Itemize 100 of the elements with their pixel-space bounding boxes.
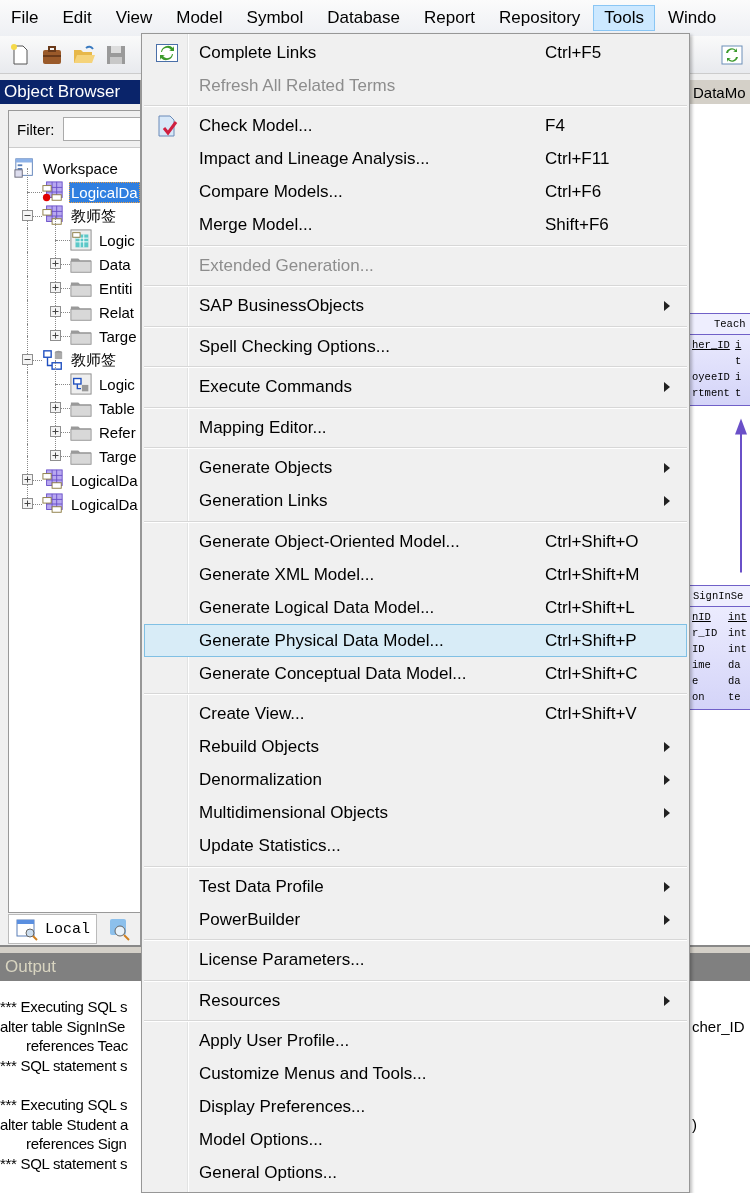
tree-item[interactable]: 教师签 xyxy=(69,204,118,228)
menu-item[interactable]: Model Options... xyxy=(144,1123,687,1157)
search-tab-icon[interactable] xyxy=(107,917,131,941)
column-type: t xyxy=(735,386,742,401)
menu-bar-item[interactable]: Edit xyxy=(51,5,103,31)
tree-item[interactable]: LogicalDa xyxy=(69,469,140,491)
filter-field[interactable] xyxy=(62,117,140,141)
column-name: on xyxy=(692,691,705,703)
diagram-tab[interactable]: DataMo xyxy=(693,83,746,101)
menu-item[interactable]: Rebuild Objects xyxy=(144,730,687,764)
column-type: da xyxy=(728,658,741,673)
tree-item[interactable]: 教师签 xyxy=(69,348,118,372)
local-tab[interactable]: Local xyxy=(8,914,97,944)
menu-item[interactable]: Test Data Profile xyxy=(144,870,687,903)
output-line: cher_ID xyxy=(692,1017,745,1035)
menu-item[interactable]: SAP BusinessObjects xyxy=(144,289,687,323)
tree-toggle[interactable] xyxy=(50,282,61,293)
column-type: int xyxy=(728,642,747,657)
tree-item[interactable]: Entiti xyxy=(97,277,135,299)
menu-item[interactable]: Display Preferences... xyxy=(144,1090,687,1124)
menu-item[interactable]: Compare Models... Ctrl+F6 xyxy=(144,175,687,209)
submenu-arrow-icon xyxy=(664,382,670,392)
column-name: r_ID xyxy=(692,627,718,639)
column-type: int xyxy=(728,610,747,625)
menu-item[interactable]: Denormalization xyxy=(144,763,687,797)
refresh-icon[interactable] xyxy=(720,42,744,67)
output-line: *** Executing SQL s xyxy=(0,1096,128,1113)
menu-item[interactable]: Check Model... F4 xyxy=(144,109,687,143)
menu-item[interactable]: Spell Checking Options... xyxy=(144,330,687,363)
tree-toggle[interactable] xyxy=(50,450,61,461)
menu-item[interactable]: Merge Model... Shift+F6 xyxy=(144,208,687,242)
tree-toggle[interactable] xyxy=(22,210,33,221)
menu-item[interactable]: Impact and Lineage Analysis... Ctrl+F11 xyxy=(144,142,687,176)
menu-item[interactable]: Generate XML Model... Ctrl+Shift+M xyxy=(144,558,687,591)
tree-item[interactable]: Data xyxy=(97,253,133,275)
menu-bar-item[interactable]: Model xyxy=(165,5,234,31)
column-type: i xyxy=(735,338,742,353)
menu-item[interactable]: Generate Objects xyxy=(144,451,687,485)
tree-item[interactable]: Logic xyxy=(97,229,137,251)
tree-item[interactable]: Table xyxy=(97,397,137,419)
submenu-arrow-icon xyxy=(664,775,670,785)
menu-item[interactable]: Apply User Profile... xyxy=(144,1024,687,1058)
column-type: i xyxy=(735,370,742,385)
tree-toggle[interactable] xyxy=(50,258,61,269)
menu-item[interactable]: Complete Links Ctrl+F5 xyxy=(144,36,687,69)
output-line: *** SQL statement s xyxy=(0,1154,128,1172)
menu-bar-item[interactable]: Tools xyxy=(593,5,655,31)
tree-toggle[interactable] xyxy=(50,426,61,437)
menu-item[interactable]: Customize Menus and Tools... xyxy=(144,1057,687,1091)
menu-item[interactable]: Generate Logical Data Model... Ctrl+Shift+L xyxy=(144,591,687,624)
menu-item[interactable]: Create View... Ctrl+Shift+V xyxy=(144,697,687,731)
submenu-arrow-icon xyxy=(664,995,670,1006)
menu-item[interactable]: Resources xyxy=(144,984,687,1017)
column-type: t xyxy=(735,354,742,369)
tree-toggle[interactable] xyxy=(50,330,61,341)
menu-item[interactable]: Mapping Editor... xyxy=(144,411,687,444)
tree-item[interactable]: Refer xyxy=(97,421,138,443)
menu-item[interactable]: Generate Object-Oriented Model... Ctrl+Shift+O xyxy=(144,525,687,558)
tree-toggle[interactable] xyxy=(22,474,33,485)
menu-item[interactable]: Generation Links xyxy=(144,484,687,518)
output-line: alter table SignInSe xyxy=(0,1017,125,1035)
document-check-icon xyxy=(155,114,179,138)
menu-item[interactable]: Generate Conceptual Data Model... Ctrl+Shift+C xyxy=(144,657,687,690)
submenu-arrow-icon xyxy=(664,808,670,818)
tree-item[interactable]: LogicalDa xyxy=(69,181,140,203)
menu-bar-item[interactable]: View xyxy=(104,5,164,31)
tree-toggle[interactable] xyxy=(50,306,61,317)
column-name: oyeeID xyxy=(692,371,730,383)
column-type: da xyxy=(728,674,741,689)
tree-item[interactable]: Targe xyxy=(97,325,139,347)
menu-item[interactable]: Generate Physical Data Model... Ctrl+Shift+P xyxy=(144,624,687,657)
submenu-arrow-icon xyxy=(664,463,670,473)
tree-item[interactable]: Workspace xyxy=(41,157,120,179)
tree-item[interactable]: Logic xyxy=(97,373,137,395)
menu-bar-item[interactable]: Repository xyxy=(488,5,592,31)
menu-item[interactable]: Execute Commands xyxy=(144,370,687,404)
tree-toggle[interactable] xyxy=(50,402,61,413)
tree-item[interactable]: LogicalDa xyxy=(69,493,140,515)
column-name: ID xyxy=(692,643,705,655)
panel-title: Object Browser xyxy=(0,80,140,104)
menu-bar-item[interactable]: Windo xyxy=(657,5,728,31)
output-line: *** Executing SQL s xyxy=(0,998,128,1015)
workspace-icon xyxy=(14,157,36,179)
menu-bar-item[interactable]: Symbol xyxy=(235,5,315,31)
tree-item[interactable]: Relat xyxy=(97,301,137,323)
menu-bar-item[interactable]: Report xyxy=(413,5,487,31)
submenu-arrow-icon xyxy=(664,742,670,752)
menu-item[interactable]: Update Statistics... xyxy=(144,829,687,863)
tree-toggle[interactable] xyxy=(22,498,33,509)
menu-bar-item[interactable]: Database xyxy=(316,5,412,31)
tree-toggle[interactable] xyxy=(22,354,33,365)
output-line: ) xyxy=(692,1115,697,1133)
column-type: int xyxy=(728,626,747,641)
menu-item[interactable]: General Options... xyxy=(144,1156,687,1190)
model-icon xyxy=(70,373,92,395)
menu-item[interactable]: Multidimensional Objects xyxy=(144,796,687,830)
menu-bar-item[interactable]: File xyxy=(0,5,50,31)
menu-item[interactable]: PowerBuilder xyxy=(144,903,687,936)
submenu-arrow-icon xyxy=(664,914,670,925)
tree-item[interactable]: Targe xyxy=(97,445,139,467)
